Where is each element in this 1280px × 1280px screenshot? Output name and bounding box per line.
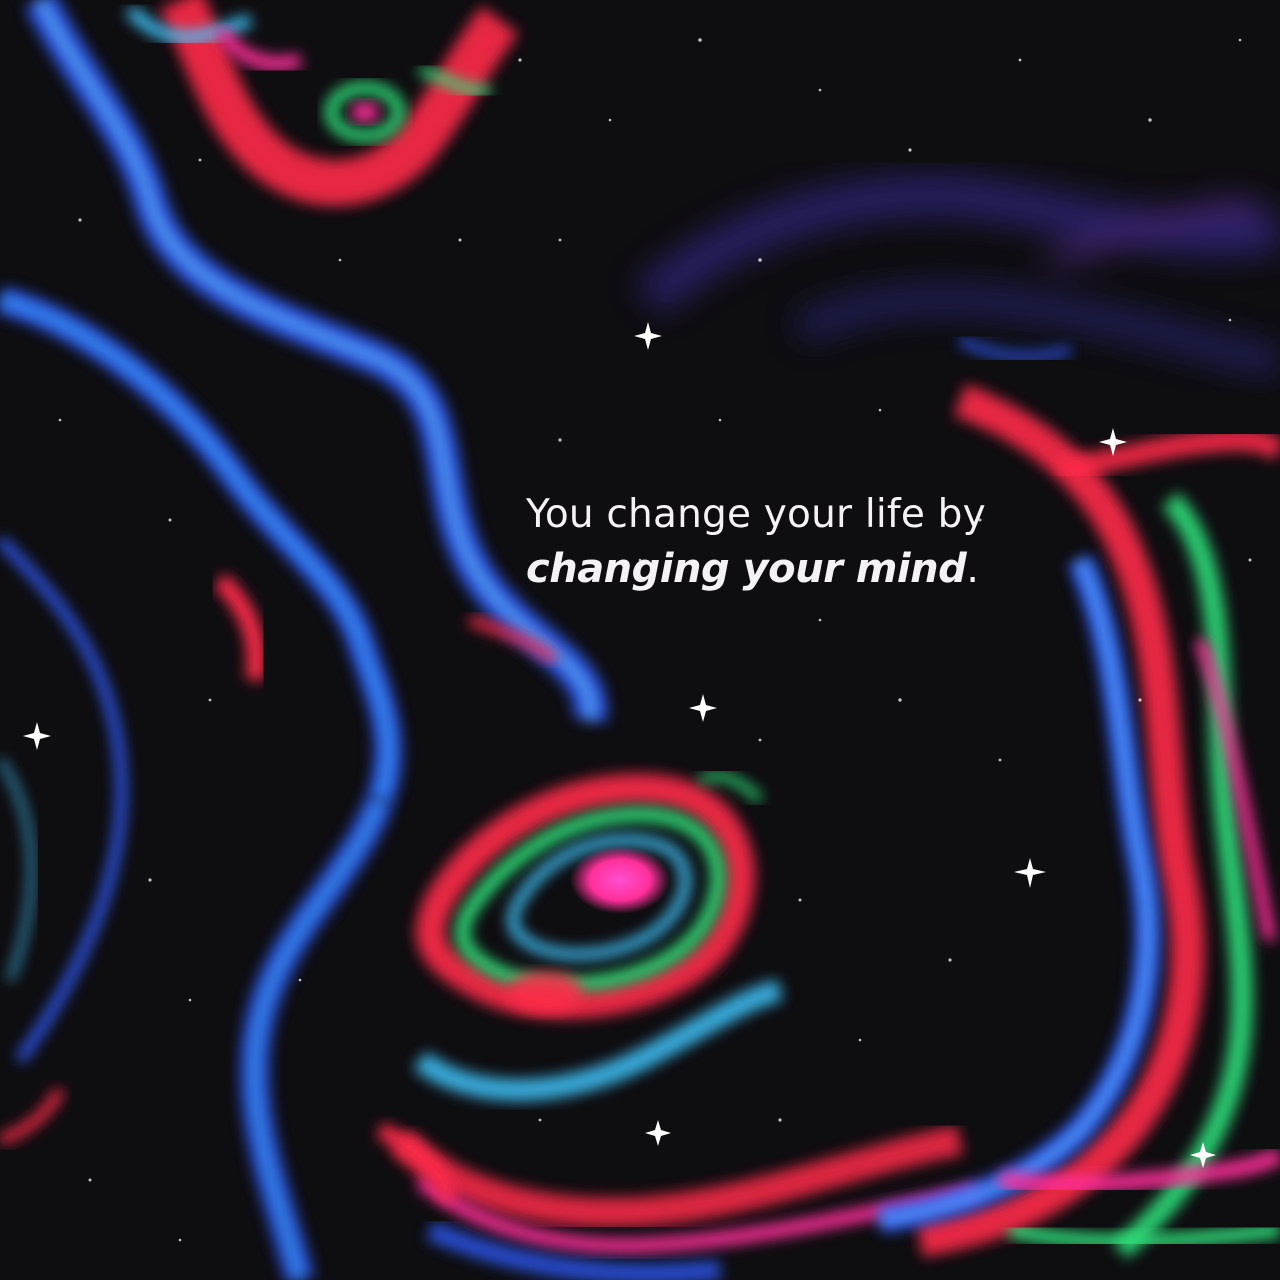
quote-line-2: changing your mind. [526, 543, 1226, 595]
quote-text: You change your life by changing your mi… [526, 487, 1226, 595]
top-left-swirl [125, 0, 519, 206]
violet-haze [635, 175, 1280, 375]
poster: You change your life by changing your mi… [0, 0, 1280, 1280]
quote-line-1: You change your life by [526, 492, 986, 537]
quote-period: . [966, 546, 979, 592]
sparkle-icon [689, 694, 717, 722]
sparkle-icon [634, 322, 662, 350]
center-bottom-swirl [376, 772, 982, 1280]
right-swirl [877, 335, 1280, 1259]
sparkle-icon [23, 722, 51, 750]
psychedelic-swirl-artwork [0, 0, 1280, 1280]
sparkle-icon [1014, 858, 1046, 888]
sparkle-icon [645, 1120, 671, 1146]
quote-emphasis: changing your mind [526, 546, 967, 592]
